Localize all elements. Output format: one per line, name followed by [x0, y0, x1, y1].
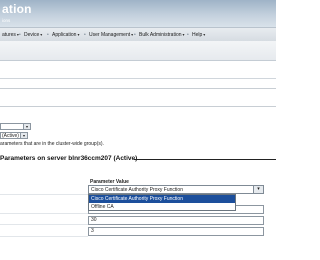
cluster-note: arameters that are in the cluster-wide g… [0, 141, 104, 147]
dropdown-option[interactable]: Cisco Certificate Authority Proxy Functi… [89, 195, 235, 203]
toolbar [0, 61, 276, 79]
dropdown-option[interactable]: Offline CA [89, 203, 235, 211]
parameter-value-selected: Cisco Certificate Authority Proxy Functi… [91, 187, 183, 193]
row-divider [0, 213, 88, 214]
chevron-down-icon: ▾ [23, 124, 30, 129]
app-title: ation [2, 2, 32, 16]
parameter-value-field[interactable]: 30 [88, 216, 264, 225]
menu-help[interactable]: Help▾ [192, 32, 205, 38]
menu-separator: • [84, 32, 86, 38]
parameter-value-dropdown: Cisco Certificate Authority Proxy Functi… [88, 194, 236, 211]
menu-application[interactable]: Application▾ [52, 32, 79, 38]
parameter-value-field[interactable]: 3 [88, 227, 264, 236]
menu-separator: • [19, 32, 21, 38]
menu-bar: atures▾ • Device▾ • Application▾ • User … [0, 27, 276, 42]
app-banner: ation ions [0, 0, 276, 27]
app-subtitle: ions [2, 18, 11, 23]
row-divider [0, 194, 88, 195]
page-subheader [0, 41, 276, 61]
section-rule [134, 159, 276, 160]
divider [0, 88, 276, 89]
server-select[interactable]: ▾ [0, 123, 31, 130]
row-divider [0, 236, 88, 237]
chevron-down-icon: ▾ [131, 32, 134, 37]
service-select[interactable]: (Active) ▾ [0, 132, 28, 139]
chevron-down-icon: ▾ [203, 32, 206, 37]
chevron-down-icon: ▾ [253, 186, 263, 193]
menu-separator: • [47, 32, 49, 38]
chevron-down-icon: ▾ [40, 32, 43, 37]
service-select-value: (Active) [2, 133, 19, 139]
parameter-value-select[interactable]: Cisco Certificate Authority Proxy Functi… [88, 185, 264, 194]
menu-device[interactable]: Device▾ [24, 32, 42, 38]
chevron-down-icon: ▾ [77, 32, 80, 37]
chevron-down-icon: ▾ [182, 32, 185, 37]
chevron-down-icon: ▾ [20, 133, 27, 138]
menu-separator: • [187, 32, 189, 38]
menu-user-management[interactable]: User Management▾ [89, 32, 133, 38]
row-divider [0, 224, 88, 225]
menu-bulk-administration[interactable]: Bulk Administration▾ [139, 32, 185, 38]
divider [0, 106, 276, 107]
menu-separator: • [134, 32, 136, 38]
menu-features[interactable]: atures▾ [2, 32, 19, 38]
section-title: Parameters on server blnr36ccm207 (Activ… [0, 155, 138, 162]
